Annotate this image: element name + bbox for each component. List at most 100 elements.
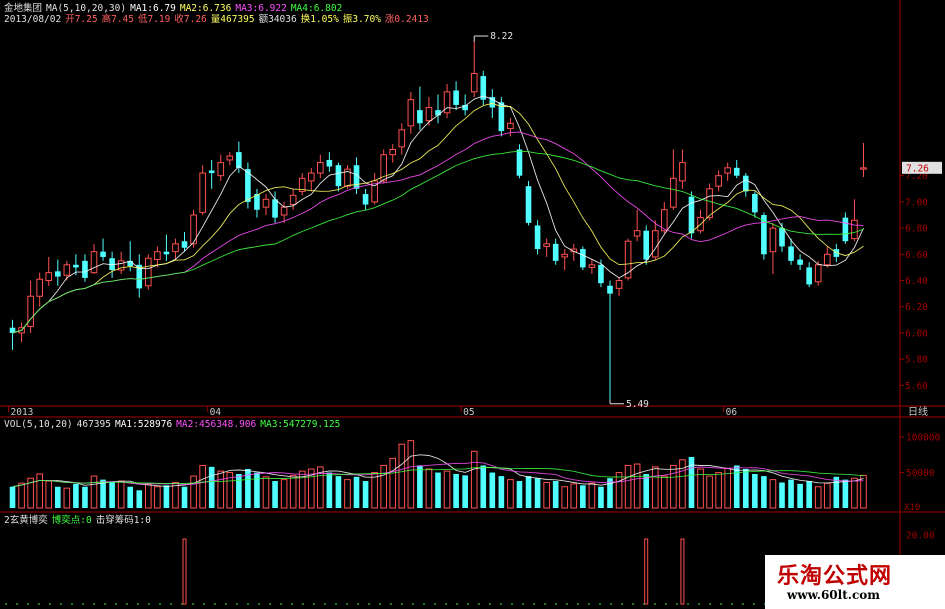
candle[interactable] (733, 159, 740, 179)
amplitude-value: 振3.70% (342, 14, 381, 25)
candle-body (507, 122, 514, 130)
candle[interactable] (217, 154, 225, 181)
candle[interactable] (679, 149, 686, 189)
candle[interactable] (580, 246, 586, 271)
candle[interactable] (453, 81, 459, 111)
candle[interactable] (298, 173, 306, 196)
candle[interactable] (362, 188, 369, 210)
candle[interactable] (842, 212, 849, 244)
indicator-zero-dot (357, 603, 359, 605)
candle[interactable] (163, 234, 170, 261)
candle[interactable] (534, 220, 541, 255)
candle-body (543, 243, 550, 247)
candle[interactable] (100, 238, 106, 261)
candle[interactable] (36, 272, 43, 307)
candle[interactable] (435, 94, 441, 124)
candle[interactable] (389, 144, 397, 163)
candle[interactable] (443, 83, 451, 119)
candle[interactable] (335, 162, 342, 192)
vol-ma2: MA2:456348.906 (176, 419, 257, 430)
volume-bar (335, 476, 342, 508)
candle-body (516, 149, 523, 176)
indicator-tick-label: 20.00 (906, 531, 935, 542)
candle[interactable] (480, 70, 487, 105)
candle[interactable] (254, 188, 260, 218)
indicator-spike (644, 538, 649, 605)
candle[interactable] (724, 162, 731, 181)
candle[interactable] (199, 165, 206, 215)
candle[interactable] (208, 159, 215, 189)
indicator-zero-dot (423, 603, 425, 605)
candle[interactable] (317, 154, 324, 179)
candle[interactable] (742, 173, 749, 197)
candle[interactable] (552, 238, 559, 265)
candle[interactable] (27, 280, 34, 333)
indicator-zero-dot (500, 603, 502, 605)
candle[interactable] (407, 91, 415, 134)
candle[interactable] (823, 246, 831, 268)
volume-bar (127, 486, 134, 508)
candle[interactable] (851, 199, 858, 242)
candle[interactable] (326, 152, 333, 172)
candle[interactable] (561, 249, 569, 271)
candle[interactable] (136, 254, 143, 298)
volume-bar (154, 486, 161, 509)
candle[interactable] (670, 149, 677, 210)
vol-unit-label: X10 (904, 503, 920, 513)
candle[interactable] (398, 123, 406, 155)
volume-bar (761, 476, 767, 508)
candle[interactable] (417, 86, 423, 130)
candle[interactable] (752, 191, 758, 218)
candle-body (823, 253, 831, 266)
candle[interactable] (18, 322, 25, 343)
candle[interactable] (54, 259, 61, 286)
candle-body (236, 152, 242, 168)
candle[interactable] (607, 280, 613, 400)
candle[interactable] (651, 220, 659, 260)
candle[interactable] (45, 256, 53, 286)
indicator-zero-dot (192, 603, 194, 605)
indicator-zero-dot (533, 603, 535, 605)
candle[interactable] (371, 173, 378, 205)
candle[interactable] (507, 118, 514, 137)
volume-bar (417, 465, 423, 508)
candle-body (54, 271, 61, 277)
candle[interactable] (90, 243, 98, 274)
candle[interactable] (307, 167, 315, 192)
candle[interactable] (697, 209, 704, 234)
candle[interactable] (615, 277, 623, 297)
candlestick-series[interactable] (9, 42, 867, 400)
candle[interactable] (806, 262, 812, 288)
candle-body (598, 264, 604, 284)
candle[interactable] (172, 238, 179, 260)
candle[interactable] (860, 142, 867, 177)
candle[interactable] (9, 319, 16, 350)
candle-body (842, 217, 849, 242)
candle[interactable] (525, 180, 532, 226)
candle[interactable] (289, 188, 297, 210)
candle-body (280, 206, 288, 216)
candle[interactable] (588, 259, 596, 274)
candle[interactable] (226, 152, 234, 166)
candle[interactable] (145, 254, 152, 290)
candle-body (82, 260, 88, 278)
candle[interactable] (797, 254, 803, 271)
indicator-zero-dot (5, 603, 7, 605)
candle[interactable] (543, 238, 550, 257)
candle-body (154, 251, 161, 261)
candle[interactable] (82, 254, 88, 282)
ma30-line (12, 150, 864, 334)
candle-body (90, 251, 98, 274)
candle-body (470, 72, 478, 93)
candle[interactable] (516, 144, 523, 179)
candle[interactable] (633, 209, 641, 242)
indicator-zero-dot (368, 603, 370, 605)
candle[interactable] (715, 170, 722, 192)
indicator-zero-dot (247, 603, 249, 605)
indicator-zero-dot (16, 603, 18, 605)
volume-bars[interactable] (9, 440, 867, 509)
candle[interactable] (245, 162, 251, 209)
candle[interactable] (470, 42, 478, 98)
candle[interactable] (769, 222, 777, 274)
candle[interactable] (262, 194, 270, 215)
